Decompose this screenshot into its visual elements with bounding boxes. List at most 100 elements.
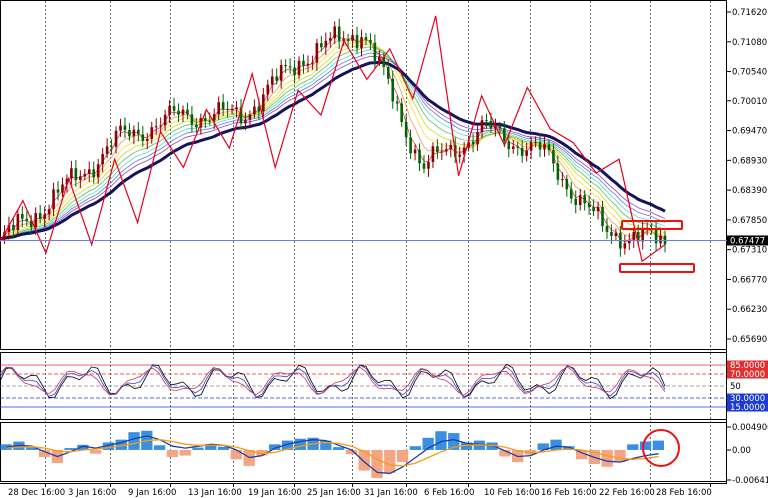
- candle-body[interactable]: [70, 168, 73, 179]
- candle-body[interactable]: [632, 231, 636, 240]
- candle-body[interactable]: [503, 128, 506, 142]
- candle-body[interactable]: [471, 141, 475, 145]
- candle-body[interactable]: [547, 144, 551, 151]
- candle-body[interactable]: [244, 119, 247, 124]
- candle-body[interactable]: [520, 147, 524, 156]
- candle-body[interactable]: [516, 146, 520, 148]
- candle-body[interactable]: [208, 120, 212, 122]
- candle-body[interactable]: [351, 35, 354, 41]
- candle-body[interactable]: [16, 214, 20, 231]
- candle-body[interactable]: [25, 218, 29, 221]
- candle-body[interactable]: [418, 149, 421, 164]
- candle-body[interactable]: [498, 125, 502, 129]
- candle-body[interactable]: [409, 137, 412, 154]
- candle-body[interactable]: [315, 43, 319, 63]
- candle-body[interactable]: [172, 106, 176, 111]
- candle-body[interactable]: [404, 121, 408, 138]
- candle-body[interactable]: [119, 125, 122, 131]
- candle-body[interactable]: [221, 102, 225, 109]
- candle-body[interactable]: [101, 154, 104, 165]
- candle-body[interactable]: [543, 144, 546, 150]
- candle-body[interactable]: [449, 144, 453, 150]
- candle-body[interactable]: [293, 67, 296, 76]
- candle-body[interactable]: [204, 118, 207, 121]
- candle-body[interactable]: [275, 76, 279, 81]
- candle-body[interactable]: [565, 179, 569, 190]
- candle-body[interactable]: [605, 226, 609, 232]
- candle-body[interactable]: [614, 232, 618, 236]
- candle-body[interactable]: [583, 195, 586, 204]
- candle-body[interactable]: [253, 106, 256, 115]
- candle-body[interactable]: [159, 125, 162, 127]
- candle-body[interactable]: [284, 65, 287, 67]
- candle-body[interactable]: [306, 63, 310, 66]
- candle-body[interactable]: [337, 26, 341, 41]
- candle-body[interactable]: [61, 184, 64, 193]
- candle-body[interactable]: [391, 78, 395, 102]
- candle-body[interactable]: [427, 162, 430, 169]
- candle-body[interactable]: [395, 101, 399, 104]
- candle-body[interactable]: [654, 228, 658, 244]
- candle-body[interactable]: [320, 43, 323, 48]
- candle-body[interactable]: [34, 213, 38, 228]
- candle-body[interactable]: [150, 127, 154, 139]
- candle-body[interactable]: [87, 169, 91, 174]
- candle-body[interactable]: [105, 146, 109, 155]
- candle-body[interactable]: [596, 206, 600, 212]
- candle-body[interactable]: [154, 126, 158, 128]
- candle-body[interactable]: [311, 62, 314, 64]
- candle-body[interactable]: [92, 169, 96, 178]
- candle-body[interactable]: [163, 114, 167, 126]
- candle-body[interactable]: [489, 120, 493, 129]
- candle-body[interactable]: [302, 60, 305, 66]
- candle-body[interactable]: [431, 146, 435, 163]
- candle-body[interactable]: [511, 146, 515, 150]
- candle-body[interactable]: [360, 37, 363, 49]
- candle-body[interactable]: [324, 40, 328, 48]
- candle-body[interactable]: [373, 42, 377, 61]
- candle-body[interactable]: [230, 109, 234, 111]
- candle-body[interactable]: [369, 40, 372, 43]
- candle-body[interactable]: [436, 146, 439, 153]
- candle-body[interactable]: [21, 214, 24, 219]
- candle-body[interactable]: [128, 129, 131, 137]
- price-panel[interactable]: [0, 0, 727, 350]
- candle-body[interactable]: [132, 129, 136, 137]
- candle-body[interactable]: [270, 76, 274, 85]
- candle-body[interactable]: [145, 138, 149, 141]
- candle-body[interactable]: [190, 114, 194, 125]
- candle-body[interactable]: [476, 132, 479, 145]
- candle-body[interactable]: [534, 142, 537, 144]
- candle-body[interactable]: [43, 214, 46, 219]
- candle-body[interactable]: [413, 149, 417, 154]
- candle-body[interactable]: [386, 67, 390, 79]
- candle-body[interactable]: [212, 114, 216, 121]
- candle-body[interactable]: [610, 231, 613, 236]
- candle-body[interactable]: [641, 228, 644, 242]
- candle-body[interactable]: [525, 150, 528, 156]
- candle-body[interactable]: [328, 38, 332, 41]
- candle-body[interactable]: [38, 213, 42, 219]
- candle-body[interactable]: [333, 26, 337, 39]
- candle-body[interactable]: [561, 179, 564, 181]
- candle-body[interactable]: [123, 125, 127, 130]
- candle-body[interactable]: [96, 164, 100, 178]
- candle-body[interactable]: [226, 108, 229, 110]
- candle-body[interactable]: [195, 124, 198, 128]
- candle-body[interactable]: [556, 163, 560, 180]
- candle-body[interactable]: [297, 60, 301, 76]
- candle-body[interactable]: [346, 39, 350, 41]
- candle-body[interactable]: [623, 243, 627, 249]
- candle-body[interactable]: [83, 173, 87, 177]
- candle-body[interactable]: [12, 224, 15, 231]
- candle-body[interactable]: [52, 189, 55, 210]
- candle-body[interactable]: [257, 106, 261, 112]
- candle-body[interactable]: [569, 189, 573, 199]
- candle-body[interactable]: [552, 150, 555, 164]
- candle-body[interactable]: [355, 35, 359, 49]
- candle-body[interactable]: [248, 114, 252, 120]
- candle-body[interactable]: [181, 109, 185, 115]
- candle-body[interactable]: [56, 189, 60, 193]
- candle-body[interactable]: [110, 146, 113, 148]
- candle-body[interactable]: [529, 142, 533, 151]
